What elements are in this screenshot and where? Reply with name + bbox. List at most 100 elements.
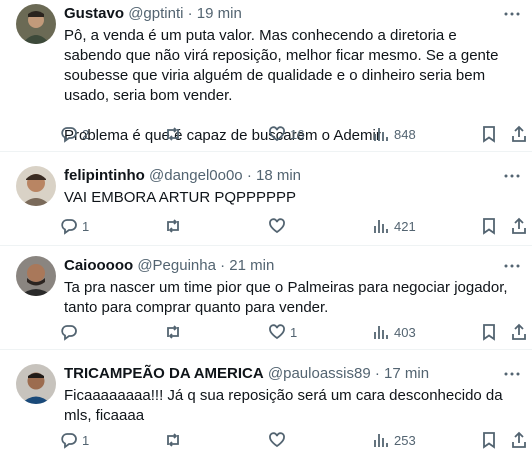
share-icon	[512, 125, 526, 142]
tweet-header: Caiooooo @Peguinha · 21 min	[64, 256, 492, 276]
reply-count: 1	[82, 432, 90, 448]
like-count: 16	[290, 126, 305, 142]
user-handle[interactable]: @dangel0o0o	[149, 167, 243, 184]
views-button[interactable]: 253	[372, 430, 416, 450]
user-handle[interactable]: @gptinti	[128, 5, 183, 22]
retweet-button[interactable]	[164, 124, 186, 144]
display-name[interactable]: Caiooooo	[64, 257, 133, 274]
tweet[interactable]: Gustavo @gptinti · 19 min Pô, a venda é …	[0, 0, 532, 152]
tweet-actions: 1 421	[60, 216, 526, 236]
like-button[interactable]: 16	[268, 124, 304, 144]
timestamp[interactable]: 21 min	[229, 257, 274, 274]
tweet-header: TRICAMPEÃO DA AMERICA @pauloassis89 · 17…	[64, 364, 492, 384]
reply-button[interactable]: 1	[60, 216, 89, 236]
avatar[interactable]	[16, 364, 56, 404]
bookmark-button[interactable]	[480, 124, 498, 144]
heart-icon	[269, 324, 285, 340]
views-icon	[374, 128, 388, 141]
share-button[interactable]	[510, 430, 528, 450]
more-icon	[504, 12, 520, 16]
more-icon	[504, 264, 520, 268]
share-icon	[512, 431, 526, 448]
retweet-icon	[167, 325, 179, 339]
separator: ·	[246, 167, 252, 184]
views-button[interactable]: 421	[372, 216, 416, 236]
user-handle[interactable]: @pauloassis89	[268, 365, 371, 382]
tweet-actions: 2 16 848	[60, 124, 526, 144]
reply-icon	[61, 127, 77, 143]
tweet-text: Ficaaaaaaaa!!! Já q sua reposição será u…	[64, 387, 503, 424]
tweet[interactable]: felipintinho @dangel0o0o · 18 min VAI EM…	[0, 152, 532, 246]
display-name[interactable]: TRICAMPEÃO DA AMERICA	[64, 365, 264, 382]
views-button[interactable]: 848	[372, 124, 416, 144]
avatar[interactable]	[16, 4, 56, 44]
retweet-button[interactable]	[164, 216, 186, 236]
share-button[interactable]	[510, 124, 528, 144]
more-icon	[504, 174, 520, 178]
avatar[interactable]	[16, 166, 56, 206]
reply-icon	[61, 219, 77, 235]
display-name[interactable]: felipintinho	[64, 167, 145, 184]
separator: ·	[187, 5, 193, 22]
share-icon	[512, 217, 526, 234]
heart-icon	[269, 126, 285, 142]
retweet-button[interactable]	[164, 430, 186, 450]
reply-feed: Gustavo @gptinti · 19 min Pô, a venda é …	[0, 0, 532, 467]
bookmark-icon	[483, 324, 495, 341]
more-icon	[504, 372, 520, 376]
tweet-actions: 1 253	[60, 430, 526, 450]
like-button[interactable]	[268, 430, 290, 450]
bookmark-button[interactable]	[480, 216, 498, 236]
reply-button[interactable]: 2	[60, 124, 89, 144]
more-options-button[interactable]	[500, 364, 524, 384]
views-count: 403	[394, 324, 416, 340]
bookmark-button[interactable]	[480, 322, 498, 342]
retweet-button[interactable]	[164, 322, 186, 342]
reply-icon	[61, 325, 77, 341]
more-options-button[interactable]	[500, 166, 524, 186]
avatar[interactable]	[16, 256, 56, 296]
bookmark-icon	[483, 126, 495, 143]
display-name[interactable]: Gustavo	[64, 5, 124, 22]
reply-button[interactable]	[60, 322, 82, 342]
views-count: 848	[394, 126, 416, 142]
views-icon	[374, 326, 388, 339]
timestamp[interactable]: 17 min	[384, 365, 429, 382]
heart-icon	[269, 432, 285, 448]
tweet[interactable]: TRICAMPEÃO DA AMERICA @pauloassis89 · 17…	[0, 350, 532, 467]
reply-button[interactable]: 1	[60, 430, 89, 450]
reply-icon	[61, 433, 77, 449]
views-icon	[374, 220, 388, 233]
tweet-header: Gustavo @gptinti · 19 min	[64, 4, 492, 24]
views-icon	[374, 434, 388, 447]
more-options-button[interactable]	[500, 4, 524, 24]
views-count: 421	[394, 218, 416, 234]
tweet-header: felipintinho @dangel0o0o · 18 min	[64, 166, 492, 186]
retweet-icon	[167, 219, 179, 233]
timestamp[interactable]: 19 min	[197, 5, 242, 22]
share-button[interactable]	[510, 322, 528, 342]
tweet-text: Ta pra nascer um time pior que o Palmeir…	[64, 279, 508, 316]
reply-count: 2	[82, 126, 90, 142]
timestamp[interactable]: 18 min	[256, 167, 301, 184]
bookmark-icon	[483, 218, 495, 235]
more-options-button[interactable]	[500, 256, 524, 276]
tweet[interactable]: Caiooooo @Peguinha · 21 min Ta pra nasce…	[0, 246, 532, 350]
share-button[interactable]	[510, 216, 528, 236]
views-button[interactable]: 403	[372, 322, 416, 342]
share-icon	[512, 323, 526, 340]
like-button[interactable]	[268, 216, 290, 236]
views-count: 253	[394, 432, 416, 448]
reply-count: 1	[82, 218, 90, 234]
separator: ·	[220, 257, 226, 274]
retweet-icon	[167, 433, 179, 447]
heart-icon	[269, 218, 285, 234]
bookmark-icon	[483, 432, 495, 449]
tweet-text: VAI EMBORA ARTUR PQPPPPPP	[64, 189, 297, 206]
retweet-icon	[167, 127, 179, 141]
user-handle[interactable]: @Peguinha	[137, 257, 216, 274]
bookmark-button[interactable]	[480, 430, 498, 450]
like-button[interactable]: 1	[268, 322, 297, 342]
separator: ·	[374, 365, 380, 382]
like-count: 1	[290, 324, 298, 340]
